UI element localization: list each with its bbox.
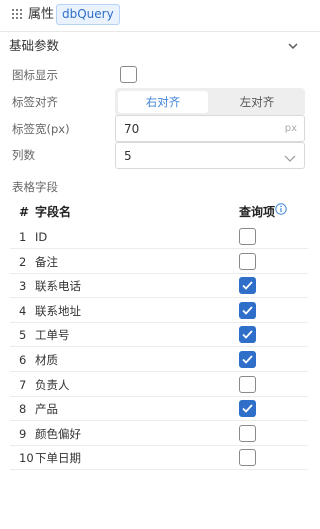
- check-icon: [242, 330, 253, 339]
- row-field-name: ID: [35, 230, 48, 244]
- row-index: 5: [19, 328, 27, 342]
- row-field-name: 材质: [35, 353, 58, 367]
- icon-display-checkbox[interactable]: [120, 66, 137, 83]
- label-width-unit: px: [284, 123, 297, 134]
- row-index: 2: [19, 255, 27, 269]
- query-checkbox[interactable]: [239, 277, 256, 294]
- column-header-index: #: [19, 205, 30, 219]
- icon-display-label: 图标显示: [12, 68, 58, 82]
- row-divider: [10, 469, 308, 470]
- row-index: 3: [19, 279, 27, 293]
- label-width-input[interactable]: 70 px: [115, 115, 305, 142]
- row-field-name: 产品: [35, 402, 58, 416]
- panel-header: 属性 dbQuery: [0, 0, 320, 30]
- align-right-option[interactable]: 右对齐: [118, 91, 208, 113]
- table-row: 8 产品: [0, 396, 320, 421]
- table-row: 7 负责人: [0, 372, 320, 397]
- table-row: 5 工单号: [0, 322, 320, 347]
- check-icon: [242, 404, 253, 413]
- query-checkbox[interactable]: [239, 302, 256, 319]
- table-fields-label: 表格字段: [12, 180, 58, 194]
- query-checkbox[interactable]: [239, 449, 256, 466]
- row-index: 8: [19, 402, 27, 416]
- component-tag: dbQuery: [56, 4, 120, 25]
- properties-panel: 属性 dbQuery 基础参数 图标显示 标签对齐 右对齐 左对齐 标签宽(px…: [0, 0, 320, 529]
- section-title[interactable]: 基础参数: [9, 38, 59, 54]
- drag-grip-icon[interactable]: [12, 9, 22, 19]
- row-index: 4: [19, 304, 27, 318]
- row-index: 7: [19, 378, 27, 392]
- row-index: 6: [19, 353, 27, 367]
- label-align-segmented: 右对齐 左对齐: [115, 88, 305, 116]
- label-width-value: 70: [124, 122, 140, 136]
- row-field-name: 负责人: [35, 378, 70, 392]
- query-checkbox[interactable]: [239, 228, 256, 245]
- row-field-name: 下单日期: [35, 451, 81, 465]
- query-checkbox[interactable]: [239, 376, 256, 393]
- table-row: 4 联系地址: [0, 298, 320, 323]
- table-row: 2 备注: [0, 249, 320, 274]
- query-checkbox[interactable]: [239, 351, 256, 368]
- header-divider: [0, 31, 320, 32]
- label-align-label: 标签对齐: [12, 95, 58, 109]
- row-field-name: 联系电话: [35, 279, 81, 293]
- table-row: 3 联系电话: [0, 273, 320, 298]
- row-field-name: 工单号: [35, 328, 70, 342]
- row-field-name: 联系地址: [35, 304, 81, 318]
- check-icon: [242, 355, 253, 364]
- query-checkbox[interactable]: [239, 425, 256, 442]
- panel-title: 属性: [28, 7, 55, 22]
- columns-label: 列数: [12, 148, 35, 162]
- check-icon: [242, 281, 253, 290]
- columns-select[interactable]: 5: [115, 142, 305, 169]
- chevron-down-icon[interactable]: [287, 40, 299, 50]
- column-header-name: 字段名: [35, 205, 72, 219]
- query-checkbox[interactable]: [239, 326, 256, 343]
- label-width-label: 标签宽(px): [12, 122, 70, 136]
- row-index: 1: [19, 230, 27, 244]
- row-index: 9: [19, 427, 27, 441]
- table-row: 6 材质: [0, 347, 320, 372]
- align-left-option[interactable]: 左对齐: [212, 91, 302, 113]
- row-field-name: 备注: [35, 255, 58, 269]
- row-field-name: 颜色偏好: [35, 427, 81, 441]
- row-index: 10: [19, 451, 34, 465]
- columns-value: 5: [124, 149, 132, 163]
- check-icon: [242, 306, 253, 315]
- table-row: 10 下单日期: [0, 445, 320, 470]
- table-row: 9 颜色偏好: [0, 421, 320, 446]
- query-checkbox[interactable]: [239, 400, 256, 417]
- table-row: 1 ID: [0, 224, 320, 249]
- info-icon[interactable]: [275, 203, 287, 215]
- query-checkbox[interactable]: [239, 253, 256, 270]
- column-header-query: 查询项: [239, 205, 276, 219]
- chevron-down-icon: [284, 152, 296, 166]
